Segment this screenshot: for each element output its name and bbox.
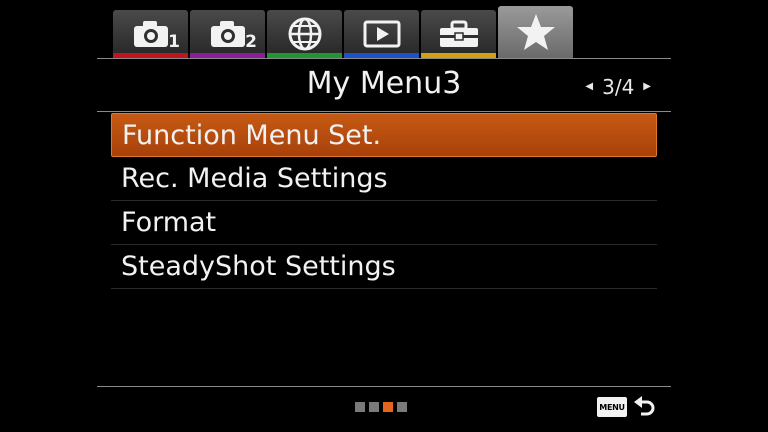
menu-item-label: Format: [121, 207, 217, 238]
page-dot: [397, 402, 407, 412]
page-dot-current: [383, 402, 393, 412]
triangle-right-icon[interactable]: ▶: [643, 75, 651, 99]
menu-item-rec-media-settings[interactable]: Rec. Media Settings: [111, 157, 657, 201]
page-dots: [355, 402, 411, 412]
page-dot: [369, 402, 379, 412]
star-icon: [516, 14, 555, 50]
page-indicator: ◀ 3/4 ▶: [576, 75, 660, 99]
tab-number: 2: [245, 32, 257, 52]
page-number: 3/4: [602, 75, 635, 99]
divider: [97, 111, 671, 112]
camera-icon: [210, 21, 245, 47]
menu-list: Function Menu Set. Rec. Media Settings F…: [111, 113, 657, 289]
menu-item-format[interactable]: Format: [111, 201, 657, 245]
tab-setup[interactable]: [421, 10, 496, 58]
divider: [97, 386, 671, 387]
globe-icon: [288, 17, 321, 51]
back-icon[interactable]: [632, 395, 658, 421]
menu-item-label: Function Menu Set.: [122, 119, 382, 151]
page-dot: [355, 402, 365, 412]
menu-item-function-menu-set[interactable]: Function Menu Set.: [111, 113, 657, 157]
camera-menu-screen: 1 2 My Menu3 ◀ 3/4 ▶ Function Menu Set. …: [0, 0, 768, 432]
tab-number: 1: [168, 32, 180, 52]
menu-item-steadyshot-settings[interactable]: SteadyShot Settings: [111, 245, 657, 289]
tab-camera-settings-2[interactable]: 2: [190, 10, 265, 58]
tab-my-menu[interactable]: [498, 6, 573, 58]
playback-icon: [363, 20, 400, 48]
triangle-left-icon[interactable]: ◀: [585, 75, 593, 99]
tab-playback[interactable]: [344, 10, 419, 58]
menu-button[interactable]: MENU: [597, 397, 627, 417]
toolbox-icon: [439, 20, 478, 47]
divider: [97, 58, 671, 59]
tab-network[interactable]: [267, 10, 342, 58]
menu-tab-bar: 1 2: [113, 6, 575, 58]
menu-item-label: SteadyShot Settings: [121, 251, 396, 282]
camera-icon: [133, 21, 168, 47]
menu-item-label: Rec. Media Settings: [121, 163, 388, 194]
tab-camera-settings-1[interactable]: 1: [113, 10, 188, 58]
